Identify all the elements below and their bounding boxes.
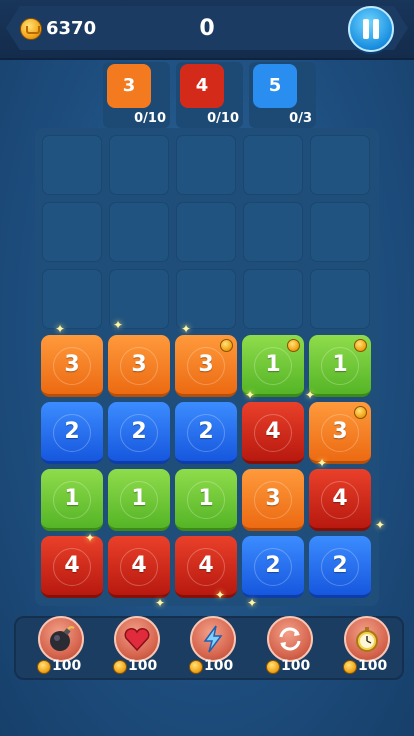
goal-target-4: 4 0/10 xyxy=(176,62,243,128)
sparkle-icon: ✦ xyxy=(55,322,66,336)
empty-cell[interactable] xyxy=(310,269,370,329)
pause-icon xyxy=(363,19,369,39)
empty-cell[interactable] xyxy=(176,269,236,329)
number-tile-1[interactable]: 1 xyxy=(41,469,103,531)
number-tile-3[interactable]: 3 xyxy=(242,469,304,531)
goal-progress: 0/10 xyxy=(207,111,239,126)
heart-icon xyxy=(114,616,160,662)
number-tile-4[interactable]: 4 xyxy=(41,536,103,598)
shuffle-powerup-button[interactable]: 100 xyxy=(259,616,319,678)
game-board[interactable]: 3 3 3 1 1 2 2 2 4 3 1 1 1 3 4 4 4 4 2 2 ✦ ✦ ✦ ✦ ✦ ✦ ✦ ✦ ✦ ✦ ✦ xyxy=(35,128,385,610)
sparkle-icon: ✦ xyxy=(245,388,256,402)
number-tile-1[interactable]: 1 xyxy=(175,469,237,531)
number-tile-2[interactable]: 2 xyxy=(175,402,237,464)
heart-powerup-button[interactable]: 100 xyxy=(106,616,166,678)
number-tile-3[interactable]: 3 xyxy=(309,402,371,464)
empty-cell[interactable] xyxy=(310,202,370,262)
number-tile-2[interactable]: 2 xyxy=(309,536,371,598)
empty-cell[interactable] xyxy=(310,135,370,195)
powerup-cost: 100 xyxy=(52,658,82,674)
empty-cell[interactable] xyxy=(42,202,102,262)
top-bar: 6370 0 xyxy=(0,0,414,60)
number-tile-2[interactable]: 2 xyxy=(108,402,170,464)
empty-cell[interactable] xyxy=(176,135,236,195)
goal-progress: 0/3 xyxy=(289,111,312,126)
sparkle-icon: ✦ xyxy=(375,518,386,532)
number-tile-1[interactable]: 1 xyxy=(108,469,170,531)
powerup-cost: 100 xyxy=(204,658,234,674)
coin-icon xyxy=(189,660,203,674)
sparkle-icon: ✦ xyxy=(113,318,124,332)
lightning-powerup-button[interactable]: 100 xyxy=(182,616,242,678)
goal-progress: 0/10 xyxy=(134,111,166,126)
number-tile-4[interactable]: 4 xyxy=(175,536,237,598)
number-tile-4[interactable]: 4 xyxy=(242,402,304,464)
stopwatch-icon xyxy=(344,616,390,662)
coin-icon xyxy=(113,660,127,674)
sparkle-icon: ✦ xyxy=(155,596,166,610)
empty-cell[interactable] xyxy=(243,269,303,329)
coin-icon xyxy=(287,339,300,352)
lightning-icon xyxy=(190,616,236,662)
empty-cell[interactable] xyxy=(42,135,102,195)
goal-target-3: 3 0/10 xyxy=(103,62,170,128)
coin-icon xyxy=(343,660,357,674)
shuffle-icon xyxy=(267,616,313,662)
coin-icon xyxy=(354,339,367,352)
coin-icon xyxy=(37,660,51,674)
goal-tile-number: 4 xyxy=(180,64,224,108)
powerup-cost: 100 xyxy=(128,658,158,674)
pause-button[interactable] xyxy=(348,6,394,52)
empty-cell[interactable] xyxy=(109,135,169,195)
sparkle-icon: ✦ xyxy=(305,388,316,402)
empty-cell[interactable] xyxy=(243,202,303,262)
empty-cell[interactable] xyxy=(109,202,169,262)
sparkle-icon: ✦ xyxy=(85,531,96,545)
number-tile-2[interactable]: 2 xyxy=(242,536,304,598)
number-tile-2[interactable]: 2 xyxy=(41,402,103,464)
goal-target-5: 5 0/3 xyxy=(249,62,316,128)
coin-icon xyxy=(266,660,280,674)
number-tile-4[interactable]: 4 xyxy=(309,469,371,531)
sparkle-icon: ✦ xyxy=(181,322,192,336)
bomb-powerup-button[interactable]: 100 xyxy=(30,616,90,678)
coin-icon xyxy=(354,406,367,419)
empty-cell[interactable] xyxy=(243,135,303,195)
sparkle-icon: ✦ xyxy=(247,596,258,610)
powerup-cost: 100 xyxy=(358,658,388,674)
timer-powerup-button[interactable]: 100 xyxy=(336,616,396,678)
number-tile-1[interactable]: 1 xyxy=(309,335,371,397)
bomb-icon xyxy=(38,616,84,662)
empty-cell[interactable] xyxy=(42,269,102,329)
powerup-bar: 100 100 100 100 100 xyxy=(14,616,404,680)
goal-tile-number: 5 xyxy=(253,64,297,108)
number-tile-3[interactable]: 3 xyxy=(175,335,237,397)
number-tile-3[interactable]: 3 xyxy=(108,335,170,397)
coin-icon xyxy=(220,339,233,352)
sparkle-icon: ✦ xyxy=(215,588,226,602)
sparkle-icon: ✦ xyxy=(317,456,328,470)
empty-cell[interactable] xyxy=(176,202,236,262)
powerup-cost: 100 xyxy=(281,658,311,674)
number-tile-4[interactable]: 4 xyxy=(108,536,170,598)
number-tile-3[interactable]: 3 xyxy=(41,335,103,397)
goal-tile-number: 3 xyxy=(107,64,151,108)
